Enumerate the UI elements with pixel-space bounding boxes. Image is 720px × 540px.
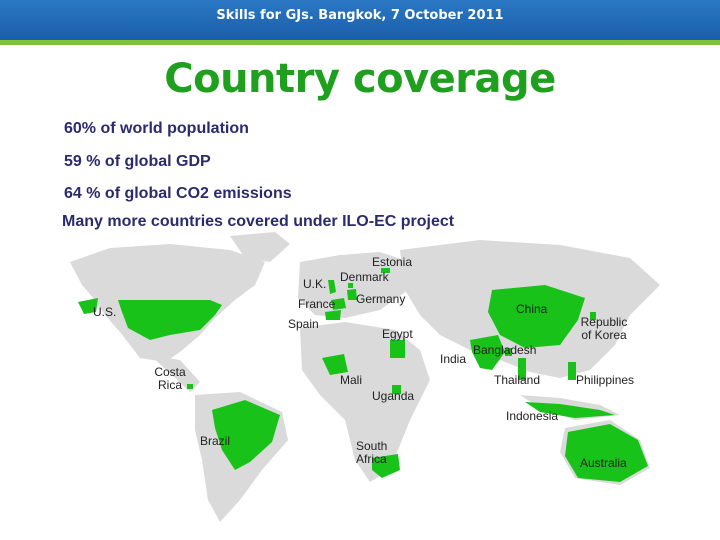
label-costa-rica: Costa Rica [154,365,186,392]
label-estonia: Estonia [372,255,413,269]
label-australia: Australia [580,456,627,470]
label-thailand: Thailand [494,373,541,387]
label-india: India [440,352,467,366]
bullet-gdp: 59 % of global GDP [64,153,211,170]
country-egypt-shape [390,340,405,358]
label-republic-of-korea: Republic of Korea [580,315,628,342]
label-uganda: Uganda [372,389,415,403]
label-germany: Germany [356,292,406,306]
header-accent-stripe [0,40,720,45]
label-bangladesh: Bangladesh [473,343,537,357]
country-philippines-shape [568,362,576,380]
bullet-population: 60% of world population [64,120,249,137]
label-denmark: Denmark [340,270,389,284]
label-egypt: Egypt [382,327,413,341]
slide-title: Country coverage [164,56,556,102]
bullet-co2: 64 % of global CO2 emissions [64,185,292,202]
label-uk: U.K. [303,277,327,291]
label-south-africa: South Africa [356,439,388,466]
label-france: France [298,297,336,311]
label-us: U.S. [93,305,117,319]
label-mali: Mali [340,373,363,387]
header-text: Skills for GJs. Bangkok, 7 October 2011 [216,8,504,23]
label-spain: Spain [288,317,319,331]
label-philippines: Philippines [576,373,635,387]
label-indonesia: Indonesia [506,409,559,423]
label-china: China [516,302,548,316]
label-brazil: Brazil [200,434,231,448]
